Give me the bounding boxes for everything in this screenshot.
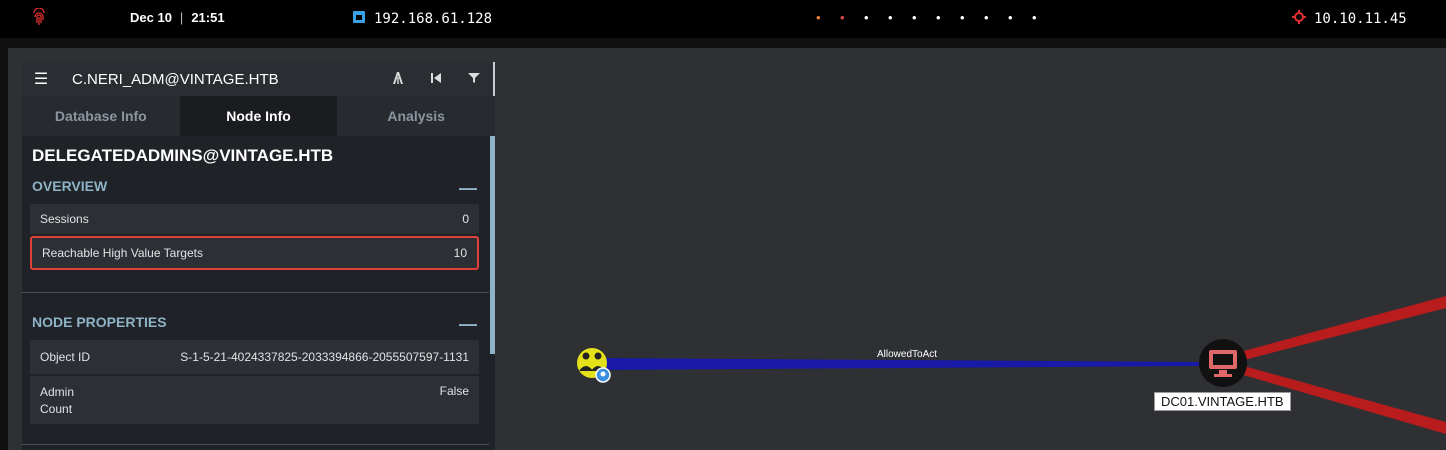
tab-node-info[interactable]: Node Info [179, 96, 338, 136]
row-label: Admin Count [40, 385, 75, 416]
object-id-row: Object ID S-1-5-21-4024337825-2033394866… [30, 340, 479, 374]
panel-header: ☰ C.NERI_ADM@VINTAGE.HTB [22, 62, 495, 96]
section-title: NODE PROPERTIES [32, 314, 167, 330]
node-name: DELEGATEDADMINS@VINTAGE.HTB [32, 146, 334, 165]
collapse-icon[interactable]: — [459, 314, 477, 335]
reachable-hvt-row[interactable]: Reachable High Value Targets 10 [30, 236, 479, 270]
computer-node[interactable] [1199, 339, 1247, 387]
search-input[interactable]: C.NERI_ADM@VINTAGE.HTB [60, 71, 379, 88]
row-value: 10 [453, 246, 467, 260]
row-value: S-1-5-21-4024337825-2033394866-205550759… [180, 350, 469, 364]
row-value: 0 [462, 212, 469, 226]
node-info-panel: ☰ C.NERI_ADM@VINTAGE.HTB Database Info N… [22, 62, 496, 450]
hamburger-menu-icon[interactable]: ☰ [22, 69, 60, 89]
row-label: Reachable High Value Targets [42, 246, 203, 260]
group-node[interactable] [577, 348, 611, 383]
pathfinding-icon[interactable] [379, 71, 417, 88]
edge-red-upper [1240, 296, 1446, 360]
section-title: OVERVIEW [32, 178, 108, 194]
scrollbar[interactable] [490, 136, 495, 354]
panel-body: DELEGATEDADMINS@VINTAGE.HTB OVERVIEW — S… [22, 136, 495, 450]
filter-icon[interactable] [455, 71, 493, 87]
admin-count-row: Admin Count False [30, 376, 479, 424]
section-divider [22, 444, 489, 445]
sessions-row[interactable]: Sessions 0 [30, 204, 479, 234]
collapse-icon[interactable]: — [459, 178, 477, 199]
overview-section-header[interactable]: OVERVIEW — [32, 178, 479, 198]
back-icon[interactable] [417, 71, 455, 87]
row-label: Sessions [40, 212, 89, 226]
node-label: DC01.VINTAGE.HTB [1154, 392, 1291, 411]
tab-analysis[interactable]: Analysis [337, 96, 496, 136]
row-value: False [439, 384, 469, 398]
node-properties-section-header[interactable]: NODE PROPERTIES — [32, 314, 479, 334]
section-divider [22, 292, 489, 293]
edge-label: AllowedToAct [877, 349, 938, 360]
tab-database-info[interactable]: Database Info [22, 96, 180, 136]
row-label: Object ID [40, 350, 91, 364]
panel-tabs: Database Info Node Info Analysis [22, 96, 496, 136]
